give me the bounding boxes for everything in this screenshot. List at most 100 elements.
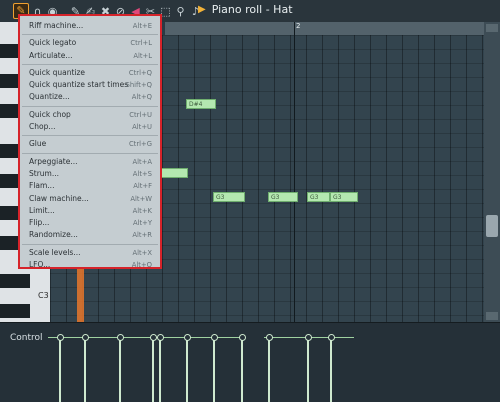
- velocity-handle[interactable]: [328, 334, 335, 341]
- menu-item-quick-quantize-start-times[interactable]: Quick quantize start times Shift+Q: [20, 79, 160, 91]
- note-label: D#4: [189, 101, 203, 108]
- black-key[interactable]: [0, 274, 30, 288]
- menu-separator: [22, 63, 158, 65]
- velocity-bar[interactable]: [59, 337, 61, 402]
- scrollbar-thumb[interactable]: [486, 215, 498, 237]
- scroll-up-icon[interactable]: [486, 24, 498, 32]
- note-g3[interactable]: G3: [330, 192, 358, 202]
- menu-item-quick-chop[interactable]: Quick chop Ctrl+U: [20, 109, 160, 121]
- menu-item-strum[interactable]: Strum... Alt+S: [20, 168, 160, 180]
- note-label: G3: [271, 194, 280, 201]
- velocity-bar[interactable]: [241, 337, 243, 402]
- menu-item-quick-legato[interactable]: Quick legato Ctrl+L: [20, 37, 160, 49]
- menu-item-shortcut: Ctrl+Q: [128, 68, 152, 77]
- menu-item-lfo[interactable]: LFO... Alt+O: [20, 259, 160, 271]
- note-g3[interactable]: G3: [213, 192, 245, 202]
- menu-item-quantize[interactable]: Quantize... Alt+Q: [20, 91, 160, 103]
- menu-item-glue[interactable]: Glue Ctrl+G: [20, 138, 160, 150]
- menu-item-shortcut: Ctrl+U: [129, 110, 152, 119]
- velocity-handle[interactable]: [157, 334, 164, 341]
- menu-item-flam[interactable]: Flam... Alt+F: [20, 180, 160, 192]
- velocity-bar[interactable]: [213, 337, 215, 402]
- velocity-bar[interactable]: [268, 337, 270, 402]
- menu-item-quick-quantize[interactable]: Quick quantize Ctrl+Q: [20, 67, 160, 79]
- menu-item-randomize[interactable]: Randomize... Alt+R: [20, 229, 160, 241]
- menu-item-label: Quantize...: [29, 92, 70, 102]
- note-g3[interactable]: G3: [268, 192, 298, 202]
- velocity-bar[interactable]: [152, 337, 154, 402]
- velocity-handle[interactable]: [211, 334, 218, 341]
- menu-item-label: Quick quantize start times: [29, 80, 129, 90]
- note-d#4[interactable]: D#4: [186, 99, 216, 109]
- menu-item-riff-machine[interactable]: Riff machine... Alt+E: [20, 20, 160, 32]
- control-label: Control: [10, 333, 43, 343]
- menu-item-scale-levels[interactable]: Scale levels... Alt+X: [20, 247, 160, 259]
- menu-item-label: Flip...: [29, 218, 50, 228]
- black-key[interactable]: [0, 304, 30, 318]
- menu-item-shortcut: Alt+E: [132, 22, 152, 30]
- note-label: G3: [333, 194, 342, 201]
- velocity-handle[interactable]: [82, 334, 89, 341]
- note-label: G3: [216, 194, 225, 201]
- menu-item-shortcut: Alt+O: [131, 261, 152, 270]
- menu-item-shortcut: Alt+U: [132, 123, 152, 132]
- timeline-ruler[interactable]: 2: [165, 22, 485, 35]
- menu-item-articulate[interactable]: Articulate... Alt+L: [20, 50, 160, 62]
- menu-item-label: LFO...: [29, 260, 51, 270]
- menu-item-shortcut: Alt+L: [133, 51, 152, 60]
- menu-item-shortcut: Ctrl+L: [130, 39, 152, 48]
- velocity-handle[interactable]: [117, 334, 124, 341]
- velocity-bar[interactable]: [307, 337, 309, 402]
- menu-item-flip[interactable]: Flip... Alt+Y: [20, 217, 160, 229]
- menu-separator: [22, 34, 158, 36]
- menu-item-shortcut: Alt+K: [132, 206, 152, 215]
- velocity-bar[interactable]: [330, 337, 332, 402]
- menu-separator: [22, 152, 158, 154]
- menu-separator: [22, 135, 158, 137]
- menu-item-label: Riff machine...: [29, 21, 84, 30]
- event-control-panel[interactable]: Control: [0, 322, 500, 402]
- menu-item-label: Glue: [29, 139, 47, 149]
- velocity-handle[interactable]: [239, 334, 246, 341]
- key-label-c3: C3: [38, 291, 49, 300]
- menu-item-shortcut: Ctrl+G: [128, 140, 152, 149]
- velocity-handle[interactable]: [57, 334, 64, 341]
- menu-item-shortcut: Alt+F: [133, 182, 152, 191]
- menu-item-label: Strum...: [29, 168, 59, 178]
- note[interactable]: [160, 168, 188, 178]
- menu-item-limit[interactable]: Limit... Alt+K: [20, 205, 160, 217]
- velocity-bar[interactable]: [84, 337, 86, 402]
- velocity-bar[interactable]: [119, 337, 121, 402]
- menu-item-label: Chop...: [29, 122, 56, 132]
- velocity-bar[interactable]: [186, 337, 188, 402]
- velocity-handle[interactable]: [150, 334, 157, 341]
- menu-item-arpeggiate[interactable]: Arpeggiate... Alt+A: [20, 156, 160, 168]
- menu-item-shortcut: Shift+Q: [125, 81, 153, 90]
- menu-item-label: Flam...: [29, 181, 55, 191]
- bar-number: 2: [296, 22, 301, 30]
- note-g3[interactable]: G3: [307, 192, 330, 202]
- zoom-tool-icon[interactable]: ⚲: [174, 5, 187, 18]
- tools-dropdown-menu: Riff machine... Alt+E Quick legato Ctrl+L …: [18, 14, 162, 269]
- menu-item-label: Randomize...: [29, 230, 78, 240]
- menu-item-shortcut: Alt+A: [132, 157, 152, 166]
- scroll-down-icon[interactable]: [486, 312, 498, 320]
- menu-item-shortcut: Alt+S: [132, 169, 152, 178]
- menu-item-label: Articulate...: [29, 50, 73, 60]
- menu-item-shortcut: Alt+W: [130, 194, 152, 203]
- bar-line: [294, 22, 295, 322]
- menu-separator: [22, 105, 158, 107]
- menu-item-label: Claw machine...: [29, 193, 89, 203]
- velocity-handle[interactable]: [266, 334, 273, 341]
- velocity-handle[interactable]: [184, 334, 191, 341]
- menu-item-claw-machine[interactable]: Claw machine... Alt+W: [20, 193, 160, 205]
- velocity-handle[interactable]: [305, 334, 312, 341]
- window-title-text: Piano roll - Hat: [211, 3, 293, 16]
- title-arrow-icon[interactable]: ▶: [198, 4, 206, 15]
- menu-item-shortcut: Alt+R: [132, 231, 152, 240]
- menu-item-label: Scale levels...: [29, 247, 81, 257]
- velocity-bar[interactable]: [159, 337, 161, 402]
- menu-item-chop[interactable]: Chop... Alt+U: [20, 121, 160, 133]
- menu-item-shortcut: Alt+X: [132, 248, 152, 257]
- vertical-scrollbar[interactable]: [484, 22, 500, 322]
